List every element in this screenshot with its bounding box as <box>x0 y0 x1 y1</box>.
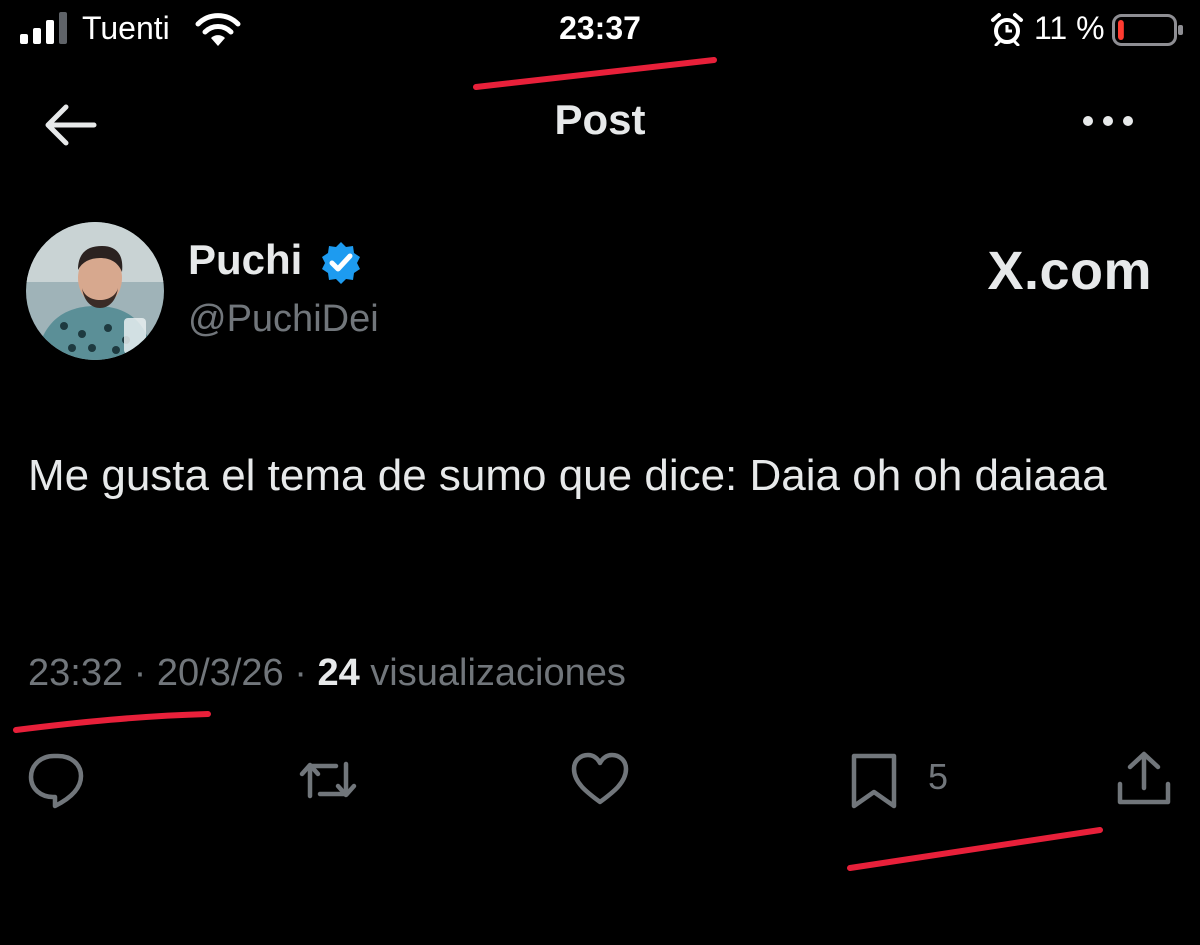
bookmark-button[interactable] <box>842 748 906 812</box>
top-nav: Post <box>0 90 1200 160</box>
battery-icon <box>1112 14 1184 46</box>
meta-separator: · <box>133 652 147 694</box>
repost-icon <box>299 761 357 799</box>
more-options-button[interactable] <box>1076 106 1140 136</box>
post-text: Me gusta el tema de sumo que dice: Daia … <box>28 451 1107 500</box>
reply-icon <box>28 753 84 809</box>
reply-button[interactable] <box>24 748 88 812</box>
post-meta: 23:32 · 20/3/26 · 24 visualizaciones <box>28 652 626 695</box>
more-horizontal-icon <box>1083 116 1133 126</box>
page-title: Post <box>554 96 646 143</box>
author-display-name[interactable]: Puchi <box>188 236 302 284</box>
battery-percent: 11 % <box>1034 10 1105 46</box>
heart-icon <box>571 752 629 805</box>
author-handle[interactable]: @PuchiDei <box>188 298 379 341</box>
avatar[interactable] <box>26 222 164 360</box>
post-date: 20/3/26 <box>156 652 284 694</box>
views-label[interactable]: visualizaciones <box>370 652 626 694</box>
annotation-underline-bookmark <box>847 827 1103 871</box>
verified-badge-icon <box>318 240 364 286</box>
watermark-text: X.com <box>987 241 1152 301</box>
share-icon <box>1117 751 1171 805</box>
bookmark-icon <box>851 753 897 809</box>
status-bar: Tuenti 23:37 11 % <box>0 0 1200 70</box>
share-button[interactable] <box>1112 748 1176 812</box>
meta-separator: · <box>294 652 307 694</box>
like-button[interactable] <box>568 748 632 812</box>
bookmark-count: 5 <box>928 756 949 797</box>
repost-button[interactable] <box>296 748 360 812</box>
views-count[interactable]: 24 <box>317 652 359 694</box>
post-time: 23:32 <box>28 652 124 694</box>
annotation-underline-post-time <box>13 711 211 733</box>
alarm-icon <box>990 12 1024 46</box>
